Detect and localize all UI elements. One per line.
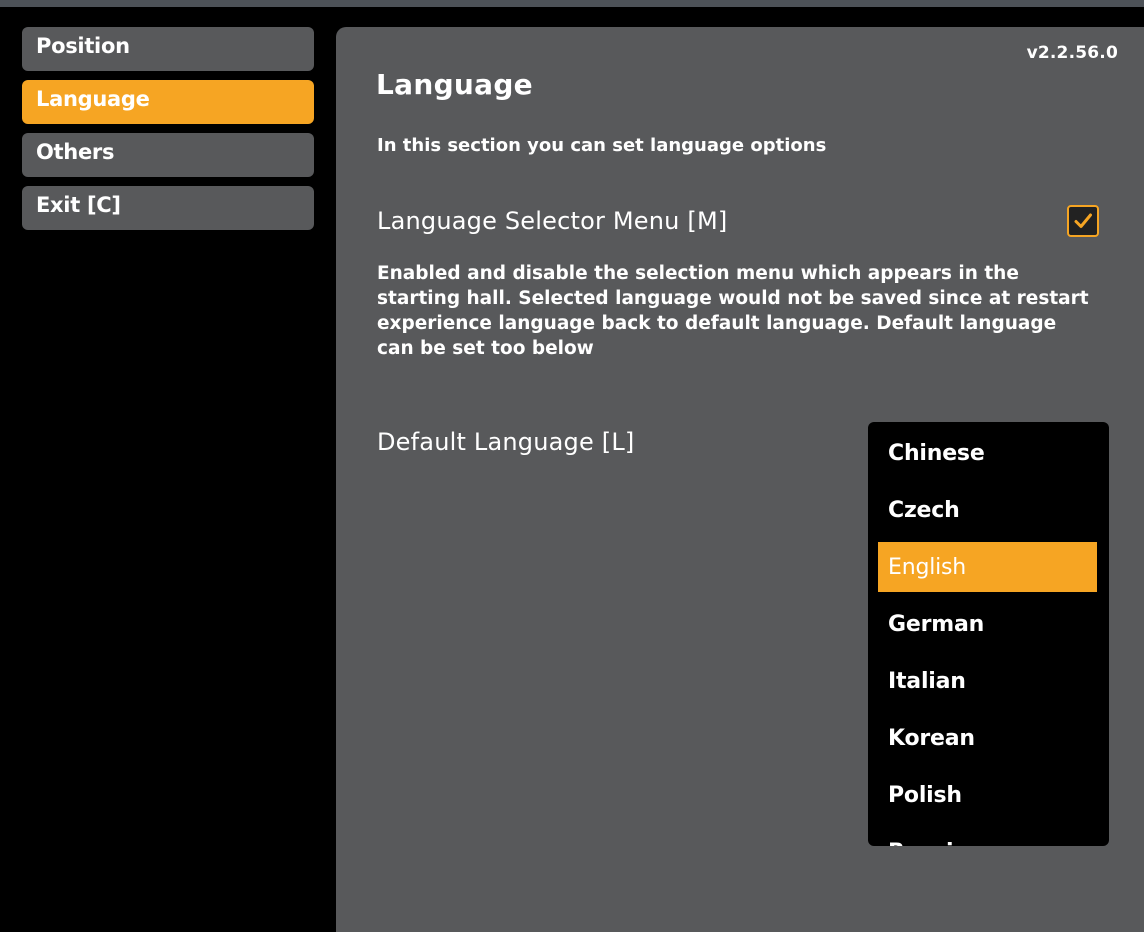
sidebar-item-label: Position	[36, 34, 130, 58]
language-selector-menu-label: Language Selector Menu [M]	[377, 207, 728, 235]
top-border	[0, 0, 1144, 7]
language-selector-menu-description: Enabled and disable the selection menu w…	[377, 263, 1089, 359]
sidebar-nav: Position Language Others Exit [C]	[22, 27, 314, 239]
sidebar-item-exit[interactable]: Exit [C]	[22, 186, 314, 230]
section-description: In this section you can set language opt…	[377, 135, 827, 156]
page-title: Language	[376, 68, 533, 101]
language-option-korean[interactable]: Korean	[878, 713, 1097, 763]
default-language-label: Default Language [L]	[377, 428, 635, 456]
language-option-chinese[interactable]: Chinese	[878, 428, 1097, 478]
language-selector-menu-checkbox[interactable]	[1067, 205, 1099, 237]
language-option-czech[interactable]: Czech	[878, 485, 1097, 535]
default-language-dropdown[interactable]: Chinese Czech English German Italian Kor…	[868, 422, 1109, 846]
version-label: v2.2.56.0	[1026, 43, 1118, 63]
sidebar-item-others[interactable]: Others	[22, 133, 314, 177]
language-option-italian[interactable]: Italian	[878, 656, 1097, 706]
sidebar-item-position[interactable]: Position	[22, 27, 314, 71]
settings-panel: v2.2.56.0 Language In this section you c…	[336, 27, 1144, 932]
sidebar-item-label: Others	[36, 140, 115, 164]
language-option-russian[interactable]: Russian	[878, 827, 1097, 847]
sidebar-item-language[interactable]: Language	[22, 80, 314, 124]
language-option-german[interactable]: German	[878, 599, 1097, 649]
language-option-polish[interactable]: Polish	[878, 770, 1097, 820]
checkmark-icon	[1074, 213, 1092, 228]
sidebar-item-label: Language	[36, 87, 150, 111]
sidebar-item-label: Exit [C]	[36, 193, 121, 217]
language-option-english[interactable]: English	[878, 542, 1097, 592]
